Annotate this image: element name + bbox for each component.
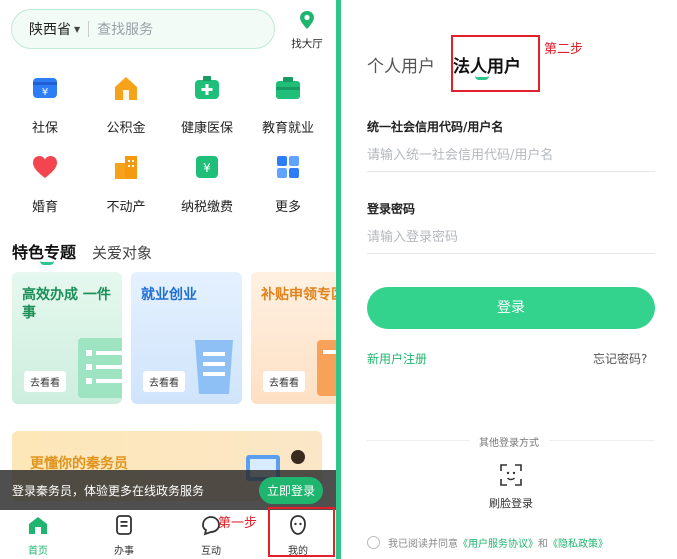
document-icon (116, 515, 132, 535)
house-icon (115, 77, 137, 100)
service-real-estate[interactable]: 不动产 (91, 152, 161, 215)
login-prompt-strip: 登录秦务员，体验更多在线政务服务 立即登录 (0, 470, 336, 510)
step2-annotation: 第二步 (544, 42, 584, 57)
service-label: 教育就业 (261, 121, 314, 136)
search-separator (88, 21, 90, 37)
nav-label: 办事 (114, 546, 134, 557)
login-button[interactable]: 登录 (367, 287, 655, 329)
service-label: 更多 (274, 200, 301, 215)
credit-code-label: 统一社会信用代码/用户名 (367, 120, 504, 134)
svg-text:¥: ¥ (42, 87, 48, 98)
province-label: 陕西省 (29, 22, 71, 38)
service-label: 婚育 (31, 200, 58, 215)
credit-code-input[interactable]: 请输入统一社会信用代码/用户名 (367, 144, 655, 172)
topic-card-one-thing[interactable]: 高效办成 一件事 去看看 (12, 272, 122, 404)
password-input[interactable]: 请输入登录密码 (367, 226, 655, 254)
find-hall-label: 找大厅 (291, 38, 323, 50)
service-social-security[interactable]: ¥ 社保 (10, 73, 80, 136)
topic-card-subsidy[interactable]: 补贴申领专区 去看看 (251, 272, 336, 404)
tab-underline (40, 261, 54, 265)
topic-tabs: 特色专题 关爱对象 (12, 239, 152, 265)
agree-radio[interactable] (367, 536, 380, 549)
agreement-and: 和 (538, 539, 548, 550)
dropdown-arrow-icon: ▼ (74, 24, 81, 34)
other-methods-text: 其他登录方式 (469, 438, 549, 449)
nav-home[interactable]: 首页 (8, 514, 68, 557)
service-agreement-link[interactable]: 《用户服务协议》 (458, 535, 538, 550)
service-education-employment[interactable]: 教育就业 (253, 73, 323, 136)
card-view-button[interactable]: 去看看 (263, 371, 305, 392)
service-label: 公积金 (106, 121, 146, 136)
service-marriage-birth[interactable]: 婚育 (10, 152, 80, 215)
card-view-button[interactable]: 去看看 (24, 371, 66, 392)
service-housing-fund[interactable]: 公积金 (91, 73, 161, 136)
find-hall-button[interactable]: 找大厅 (286, 10, 328, 51)
service-label: 不动产 (106, 200, 146, 215)
location-icon (300, 11, 314, 29)
medical-kit-icon (195, 76, 219, 99)
tab-personal-user[interactable]: 个人用户 (367, 52, 435, 77)
home-icon (29, 517, 47, 534)
login-screen: 个人用户 法人用户 第二步 统一社会信用代码/用户名 请输入统一社会信用代码/用… (341, 0, 677, 559)
briefcase-icon (276, 77, 300, 99)
nav-label: 首页 (28, 546, 48, 557)
building-icon (115, 156, 137, 179)
province-selector[interactable]: 陕西省 ▼ (12, 19, 80, 39)
topic-card-employment[interactable]: 就业创业 去看看 (131, 272, 242, 404)
service-tax-payment[interactable]: ¥ 纳税缴费 (172, 152, 242, 215)
heart-icon (33, 156, 57, 178)
other-methods-label: 其他登录方式 (341, 434, 677, 449)
svg-text:¥: ¥ (203, 161, 211, 175)
login-now-button[interactable]: 立即登录 (258, 476, 323, 504)
wallet-icon: ¥ (33, 78, 57, 98)
search-input[interactable]: 查找服务 (97, 19, 153, 39)
service-more[interactable]: 更多 (253, 152, 323, 215)
search-bar[interactable]: 陕西省 ▼ 查找服务 (11, 9, 275, 49)
subsidy-illustration-icon (317, 340, 336, 396)
service-label: 社保 (31, 121, 58, 136)
password-label: 登录密码 (367, 202, 416, 216)
forgot-password-link[interactable]: 忘记密码? (593, 350, 647, 367)
face-login-label: 刷脸登录 (489, 497, 533, 510)
card-title: 补贴申领专区 (261, 287, 336, 303)
register-link[interactable]: 新用户注册 (367, 350, 427, 367)
face-login-button[interactable]: 刷脸登录 (486, 463, 536, 511)
service-health-insurance[interactable]: 健康医保 (172, 73, 242, 136)
step1-annotation: 第一步 (218, 516, 258, 531)
privacy-policy-link[interactable]: 《隐私政策》 (548, 535, 608, 550)
card-title: 高效办成 一件事 (22, 287, 111, 321)
home-screen: 陕西省 ▼ 查找服务 找大厅 ¥ 社保 公积金 健康医保 教育就业 婚育 不动产… (0, 0, 336, 559)
grid-icon (277, 156, 299, 178)
step2-highlight-box (451, 35, 540, 92)
agreement-prefix: 我已阅读并同意 (388, 539, 458, 550)
tab-label: 特色专题 (12, 243, 77, 262)
nav-services[interactable]: 办事 (94, 514, 154, 557)
tab-featured-topics[interactable]: 特色专题 (12, 239, 77, 265)
agreement-row: 我已阅读并同意 《用户服务协议》 和 《隐私政策》 (367, 535, 608, 550)
tab-care-groups[interactable]: 关爱对象 (92, 242, 152, 263)
face-scan-icon (500, 464, 522, 486)
nav-label: 互动 (201, 546, 221, 557)
step1-highlight-box (268, 507, 335, 557)
service-label: 健康医保 (180, 121, 233, 136)
login-prompt-text: 登录秦务员，体验更多在线政务服务 (12, 483, 205, 498)
service-label: 纳税缴费 (180, 200, 233, 215)
document-illustration-icon (195, 340, 233, 394)
card-view-button[interactable]: 去看看 (143, 371, 185, 392)
list-illustration-icon (78, 338, 122, 398)
tax-icon: ¥ (196, 156, 218, 178)
card-title: 就业创业 (141, 287, 197, 303)
